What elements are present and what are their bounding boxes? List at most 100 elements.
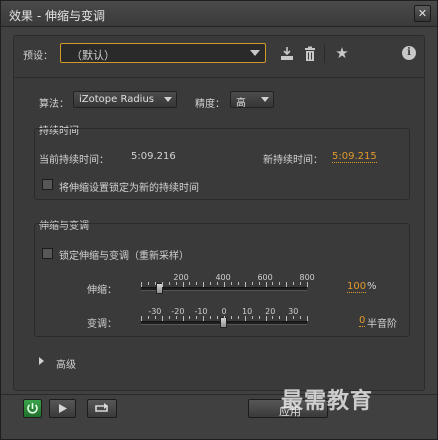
lock-stretch-pitch-checkbox[interactable]	[42, 248, 53, 259]
scale-tick	[272, 316, 274, 319]
play-icon	[59, 404, 67, 413]
precision-label: 精度：	[195, 99, 225, 110]
power-icon	[27, 403, 38, 414]
scale-tick	[217, 316, 219, 319]
pitch-unit: 半音阶	[367, 319, 397, 330]
scale-tick	[196, 316, 198, 319]
info-icon[interactable]: i	[402, 46, 416, 60]
scale-tick	[203, 282, 205, 287]
scale-tick	[141, 282, 142, 287]
stretch-label: 伸缩：	[87, 285, 117, 296]
scale-tick	[189, 282, 191, 285]
scale-label: -30	[148, 307, 162, 316]
scale-tick	[265, 282, 267, 287]
scale-tick	[182, 282, 184, 287]
close-button[interactable]: ✕	[414, 5, 431, 22]
expand-triangle-icon[interactable]	[39, 357, 44, 365]
scale-tick	[182, 316, 184, 321]
chevron-down-icon	[261, 97, 269, 102]
scale-tick	[300, 282, 302, 285]
scale-tick	[147, 316, 149, 319]
loop-button[interactable]	[87, 399, 117, 418]
scale-tick	[161, 282, 163, 287]
title-bar[interactable]: 效果 - 伸缩与变调 ✕	[1, 1, 437, 27]
scale-tick	[203, 316, 205, 321]
stretch-value-input[interactable]: 100	[347, 281, 367, 293]
scale-label: 400	[215, 273, 231, 282]
scale-tick	[286, 316, 288, 321]
pitch-label: 变调：	[87, 319, 117, 330]
scale-label: -20	[171, 307, 185, 316]
scale-tick	[224, 282, 225, 287]
scale-tick	[251, 316, 253, 319]
play-button[interactable]	[49, 399, 76, 418]
precision-dropdown[interactable]: 高	[230, 91, 274, 109]
settings-panel	[13, 35, 425, 391]
scale-tick	[168, 282, 170, 285]
scale-label: 20	[265, 307, 276, 316]
advanced-label[interactable]: 高级	[56, 356, 76, 371]
scale-tick	[258, 316, 260, 319]
window-title: 效果 - 伸缩与变调	[9, 9, 105, 23]
chevron-down-icon	[164, 97, 172, 102]
lock-stretch-pitch-label: 锁定伸缩与变调（重新采样）	[59, 251, 189, 262]
new-duration-input[interactable]: 5:09.215	[332, 151, 377, 163]
scale-tick	[237, 316, 239, 319]
new-duration-label: 新持续时间：	[263, 155, 323, 166]
current-duration-value: 5:09.216	[131, 151, 176, 162]
preset-dropdown[interactable]: （默认）	[60, 43, 266, 63]
scale-tick	[189, 316, 191, 319]
scale-tick	[217, 282, 219, 285]
pitch-value-input[interactable]: 0	[359, 315, 366, 327]
stretch-unit: %	[367, 281, 377, 292]
chevron-down-icon	[250, 50, 260, 56]
scale-tick	[244, 282, 246, 287]
current-duration-label: 当前持续时间：	[39, 155, 109, 166]
scale-label: 0	[221, 307, 227, 316]
divider	[14, 77, 424, 78]
preset-label: 预设：	[23, 51, 53, 62]
algorithm-dropdown[interactable]: iZotope Radius	[73, 91, 177, 108]
scale-label: 10	[242, 307, 253, 316]
lock-duration-checkbox[interactable]	[42, 179, 53, 190]
scale-label: 30	[288, 307, 299, 316]
scale-tick	[210, 282, 212, 285]
scale-label: 800	[299, 273, 315, 282]
delete-preset-icon[interactable]	[302, 46, 318, 62]
scale-tick	[300, 316, 302, 319]
scale-label: 200	[173, 273, 189, 282]
scale-tick	[230, 316, 232, 319]
save-preset-icon[interactable]	[279, 46, 295, 62]
scale-tick	[293, 282, 295, 285]
scale-tick	[286, 282, 288, 287]
scale-tick	[237, 282, 239, 285]
scale-tick	[168, 316, 170, 319]
stretch-track[interactable]	[141, 287, 307, 291]
power-toggle-button[interactable]	[23, 399, 42, 418]
scale-tick	[279, 316, 281, 319]
loop-icon	[95, 403, 108, 412]
scale-tick	[147, 282, 149, 285]
scale-label: 600	[257, 273, 273, 282]
scale-tick	[251, 282, 253, 285]
scale-tick	[161, 316, 163, 321]
favorite-star-icon[interactable]: ★	[334, 45, 350, 61]
scale-tick	[265, 316, 267, 321]
scale-tick	[175, 316, 177, 319]
algorithm-label: 算法：	[39, 99, 69, 110]
scale-tick	[154, 282, 156, 285]
scale-tick	[175, 282, 177, 285]
lock-duration-label: 将伸缩设置锁定为新的持续时间	[59, 183, 199, 194]
scale-tick	[196, 282, 198, 285]
scale-tick	[141, 316, 142, 321]
effect-dialog: 效果 - 伸缩与变调 ✕ 预设： （默认） ★ i 算法： iZotope Ra…	[0, 0, 438, 440]
scale-tick	[258, 282, 260, 285]
scale-tick	[293, 316, 295, 319]
scale-tick	[230, 282, 232, 285]
preset-value: （默认）	[71, 49, 115, 62]
scale-tick	[244, 316, 246, 321]
scale-tick	[272, 282, 274, 285]
scale-tick	[224, 316, 225, 321]
toolbar-separator	[324, 45, 325, 63]
scale-tick	[279, 282, 281, 285]
